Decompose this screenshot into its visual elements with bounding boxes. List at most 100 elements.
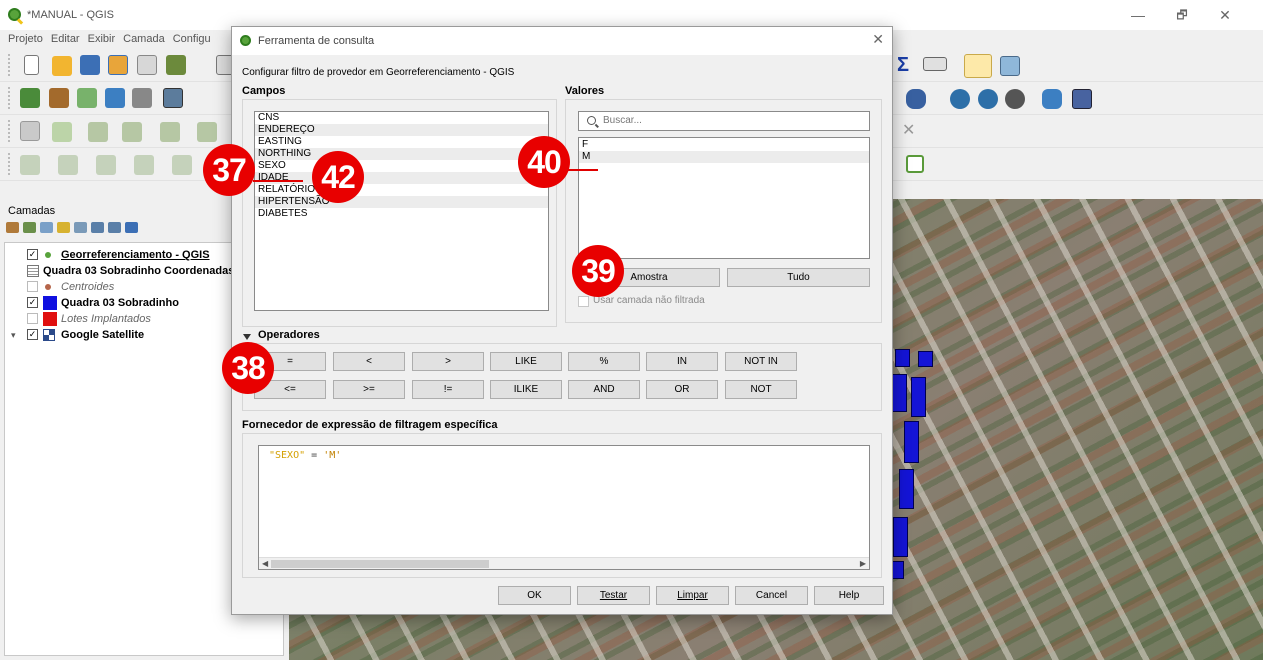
add-vector-layer-icon[interactable] [20,88,40,108]
ok-button[interactable]: OK [498,586,571,605]
close-icon[interactable]: ✕ [872,31,884,48]
vertex-tool-icon[interactable] [160,122,180,142]
current-edits-icon[interactable] [20,121,40,141]
statistics-sum-icon[interactable]: Σ [897,55,917,75]
operator-button[interactable]: % [568,352,640,371]
web-service-2-icon[interactable] [978,89,998,109]
layer-visibility-checkbox[interactable]: ✓ [27,297,38,308]
field-item[interactable]: ENDEREÇO [255,124,548,136]
shape-regular-icon[interactable] [172,155,192,175]
layout-manager-icon[interactable] [137,55,157,75]
layer-visibility-checkbox[interactable]: ✓ [27,329,38,340]
horizontal-scrollbar[interactable]: ◀ ▶ [259,557,869,569]
georeferencer-icon[interactable] [906,155,924,173]
add-polygon-icon[interactable] [122,122,142,142]
use-unfiltered-checkbox[interactable] [578,296,589,307]
map-tips-icon[interactable] [964,54,992,78]
field-item[interactable]: CNS [255,112,548,124]
clear-button[interactable]: Limpar [656,586,729,605]
merge-features-icon[interactable] [197,122,217,142]
help-button[interactable]: Help [814,586,884,605]
annotation-badge-38: 38 [222,342,274,394]
test-button[interactable]: Testar [577,586,650,605]
menu-exibir[interactable]: Exibir [84,30,120,48]
add-wms-icon[interactable] [132,88,152,108]
operator-button[interactable]: AND [568,380,640,399]
new-project-icon[interactable] [24,55,39,75]
menu-camada[interactable]: Camada [119,30,169,48]
scrollbar-thumb[interactable] [271,560,489,568]
collapse-arrow-icon[interactable] [243,334,251,340]
all-button[interactable]: Tudo [727,268,870,287]
add-raster-layer-icon[interactable] [49,88,69,108]
field-item[interactable]: EASTING [255,136,548,148]
save-project-icon[interactable] [80,55,100,75]
operator-button[interactable]: NOT [725,380,797,399]
annotation-underline [253,180,303,182]
geocoder-icon[interactable] [1005,89,1025,109]
add-group-icon[interactable] [23,222,36,233]
layer-visibility-checkbox[interactable] [27,281,38,292]
field-item[interactable]: DIABETES [255,208,548,220]
value-item[interactable]: M [579,151,869,163]
new-print-layout-icon[interactable] [108,55,128,75]
operator-button[interactable]: < [333,352,405,371]
manage-themes-icon[interactable] [40,222,53,233]
menu-configuracoes[interactable]: Configu [169,30,215,48]
scroll-left-icon[interactable]: ◀ [262,559,268,568]
restore-button[interactable]: 🗗 [1162,4,1202,26]
field-item[interactable]: RELATÓRIO RISCO [255,184,548,196]
expand-all-icon[interactable] [91,222,104,233]
search-placeholder: Buscar... [603,115,642,126]
menu-editar[interactable]: Editar [47,30,84,48]
shape-rectangle-icon[interactable] [96,155,116,175]
menu-projeto[interactable]: Projeto [0,30,47,48]
style-manager-icon[interactable] [166,55,186,75]
scroll-right-icon[interactable]: ▶ [860,559,866,568]
search-input[interactable]: Buscar... [578,111,870,131]
operator-button[interactable]: OR [646,380,718,399]
operator-button[interactable]: >= [333,380,405,399]
help-contents-icon[interactable] [1072,89,1092,109]
close-window-button[interactable]: ✕ [1205,4,1245,26]
measure-icon[interactable] [923,57,947,71]
fields-list[interactable]: CNS ENDEREÇO EASTING NORTHING SEXO IDADE RELAT… [254,111,549,311]
cancel-button[interactable]: Cancel [735,586,808,605]
filter-legend-icon[interactable] [57,222,70,233]
shape-circle-icon[interactable] [20,155,40,175]
add-line-icon[interactable] [88,122,108,142]
web-service-icon[interactable] [950,89,970,109]
operator-button[interactable]: > [412,352,484,371]
operator-button[interactable]: IN [646,352,718,371]
field-item[interactable]: HIPERTENSÃO [255,196,548,208]
field-item[interactable]: SEXO [255,160,548,172]
database-icon[interactable] [906,89,926,109]
value-item[interactable]: F [579,139,869,151]
layer-visibility-checkbox[interactable] [27,313,38,324]
operator-button[interactable]: NOT IN [725,352,797,371]
field-item[interactable]: NORTHING [255,148,548,160]
python-console-icon[interactable] [1042,89,1062,109]
expression-editor[interactable]: "SEXO" = 'M' ◀ ▶ [258,445,870,570]
snapping-icon[interactable]: ✕ [902,123,922,143]
digitize-icon[interactable] [105,88,125,108]
add-mesh-icon[interactable] [163,88,183,108]
shape-polygon-icon[interactable] [134,155,154,175]
add-delimited-text-icon[interactable] [77,88,97,108]
add-point-icon[interactable] [52,122,72,142]
annotation-icon[interactable] [1000,56,1020,76]
values-list[interactable]: FM [578,137,870,259]
shape-ellipse-icon[interactable] [58,155,78,175]
open-styling-icon[interactable] [6,222,19,233]
operator-button[interactable]: ILIKE [490,380,562,399]
minimize-button[interactable]: — [1118,4,1158,26]
expand-chevron-icon[interactable]: ▾ [11,327,16,343]
remove-layer-icon[interactable] [125,222,138,233]
field-item[interactable]: IDADE [255,172,548,184]
operator-button[interactable]: LIKE [490,352,562,371]
operator-button[interactable]: != [412,380,484,399]
open-project-icon[interactable] [52,56,72,76]
filter-expression-icon[interactable] [74,222,87,233]
collapse-all-icon[interactable] [108,222,121,233]
layer-visibility-checkbox[interactable]: ✓ [27,249,38,260]
